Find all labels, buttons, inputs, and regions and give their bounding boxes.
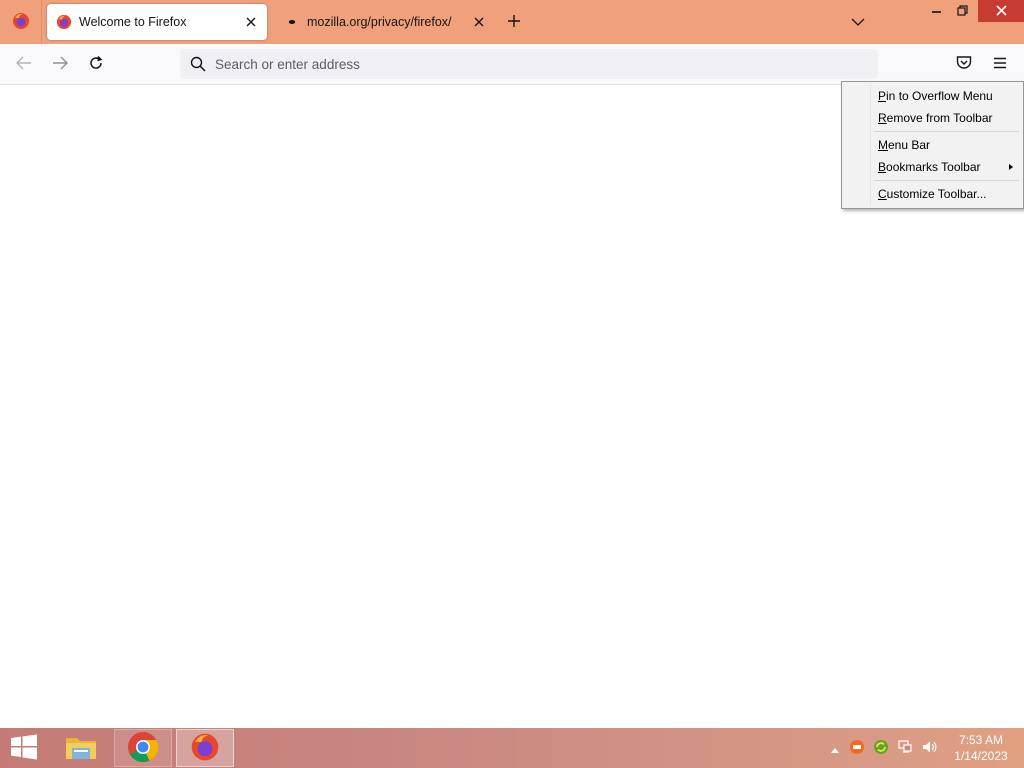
taskbar-file-explorer[interactable] — [52, 729, 110, 767]
dot-favicon — [284, 14, 300, 30]
volume-control[interactable] — [920, 739, 938, 757]
address-bar[interactable] — [180, 49, 878, 79]
taskbar-firefox[interactable] — [176, 729, 234, 767]
menu-item-accelerator: M — [878, 138, 888, 152]
taskbar-chrome[interactable] — [114, 729, 172, 767]
menu-item-label: in to Overflow Menu — [886, 89, 993, 103]
tray-app-orange[interactable] — [848, 739, 866, 757]
menu-item-bookmarks-toolbar[interactable]: Bookmarks Toolbar — [844, 156, 1021, 178]
file-explorer-icon — [64, 732, 98, 765]
menu-item-menu-bar[interactable]: Menu Bar — [844, 134, 1021, 156]
network-icon — [897, 739, 913, 758]
firefox-view-button[interactable] — [0, 0, 42, 44]
tray-app-sync[interactable] — [872, 739, 890, 757]
tab-title: mozilla.org/privacy/firefox/ — [307, 15, 452, 29]
plus-icon — [507, 14, 521, 31]
chevron-down-icon — [851, 15, 865, 30]
reload-icon — [88, 55, 104, 74]
forward-button[interactable] — [46, 50, 74, 78]
menu-item-accelerator: B — [878, 160, 887, 174]
hamburger-menu-icon — [993, 57, 1007, 72]
chevron-up-icon — [831, 741, 839, 756]
restore-button[interactable] — [948, 0, 976, 22]
close-tab-icon[interactable] — [239, 10, 263, 34]
clock-date: 1/14/2023 — [954, 749, 1008, 763]
navigation-toolbar — [0, 44, 1024, 85]
reload-button[interactable] — [82, 50, 110, 78]
windows-taskbar: 7:53 AM 1/14/2023 — [0, 728, 1024, 768]
minimize-icon — [932, 4, 942, 19]
close-tab-icon[interactable] — [467, 10, 491, 34]
submenu-arrow-icon — [1009, 164, 1013, 170]
arrow-right-icon — [52, 56, 68, 73]
menu-item-label: enu Bar — [888, 138, 931, 152]
tab-title: Welcome to Firefox — [79, 15, 187, 29]
url-input[interactable] — [215, 56, 855, 72]
minimize-button[interactable] — [923, 0, 951, 22]
window-close-button[interactable] — [978, 0, 1024, 22]
close-icon — [995, 4, 1007, 19]
menu-item-label: ustomize Toolbar... — [886, 187, 987, 201]
system-clock[interactable]: 7:53 AM 1/14/2023 — [946, 732, 1016, 764]
orange-app-icon — [849, 739, 865, 758]
firefox-icon — [56, 14, 72, 30]
clock-time: 7:53 AM — [958, 733, 1004, 747]
toolbar-context-menu: Pin to Overflow Menu Remove from Toolbar… — [841, 81, 1024, 209]
new-tab-button[interactable] — [502, 10, 526, 34]
speaker-icon — [921, 739, 937, 758]
windows-logo-icon — [10, 734, 38, 763]
show-hidden-icons-button[interactable] — [826, 739, 844, 757]
tab-mozilla-privacy[interactable]: mozilla.org/privacy/firefox/ — [275, 4, 495, 40]
save-to-pocket-button[interactable] — [950, 50, 978, 78]
restore-icon — [956, 4, 968, 19]
menu-item-label: emove from Toolbar — [886, 111, 993, 125]
chrome-icon — [127, 731, 159, 766]
menu-item-label: ookmarks Toolbar — [886, 160, 981, 174]
menu-item-customize-toolbar[interactable]: Customize Toolbar... — [844, 183, 1021, 205]
tab-strip: Welcome to Firefox mozilla.org/privacy/f… — [0, 0, 1024, 44]
app-menu-button[interactable] — [986, 50, 1014, 78]
firefox-icon — [190, 732, 220, 765]
firefox-icon — [12, 12, 30, 33]
pocket-icon — [956, 55, 972, 73]
menu-item-remove-from-toolbar[interactable]: Remove from Toolbar — [844, 107, 1021, 129]
back-button[interactable] — [10, 50, 38, 78]
search-icon — [189, 55, 207, 73]
menu-item-accelerator: C — [878, 187, 887, 201]
network-status[interactable] — [896, 739, 914, 757]
menu-separator — [874, 180, 1019, 181]
list-all-tabs-button[interactable] — [846, 10, 870, 34]
start-button[interactable] — [0, 728, 48, 768]
sync-icon — [873, 739, 889, 758]
menu-item-pin-to-overflow[interactable]: Pin to Overflow Menu — [844, 85, 1021, 107]
menu-separator — [874, 131, 1019, 132]
tab-welcome-to-firefox[interactable]: Welcome to Firefox — [47, 4, 267, 40]
menu-item-accelerator: P — [878, 89, 887, 103]
arrow-left-icon — [16, 56, 32, 73]
menu-item-accelerator: R — [878, 111, 887, 125]
